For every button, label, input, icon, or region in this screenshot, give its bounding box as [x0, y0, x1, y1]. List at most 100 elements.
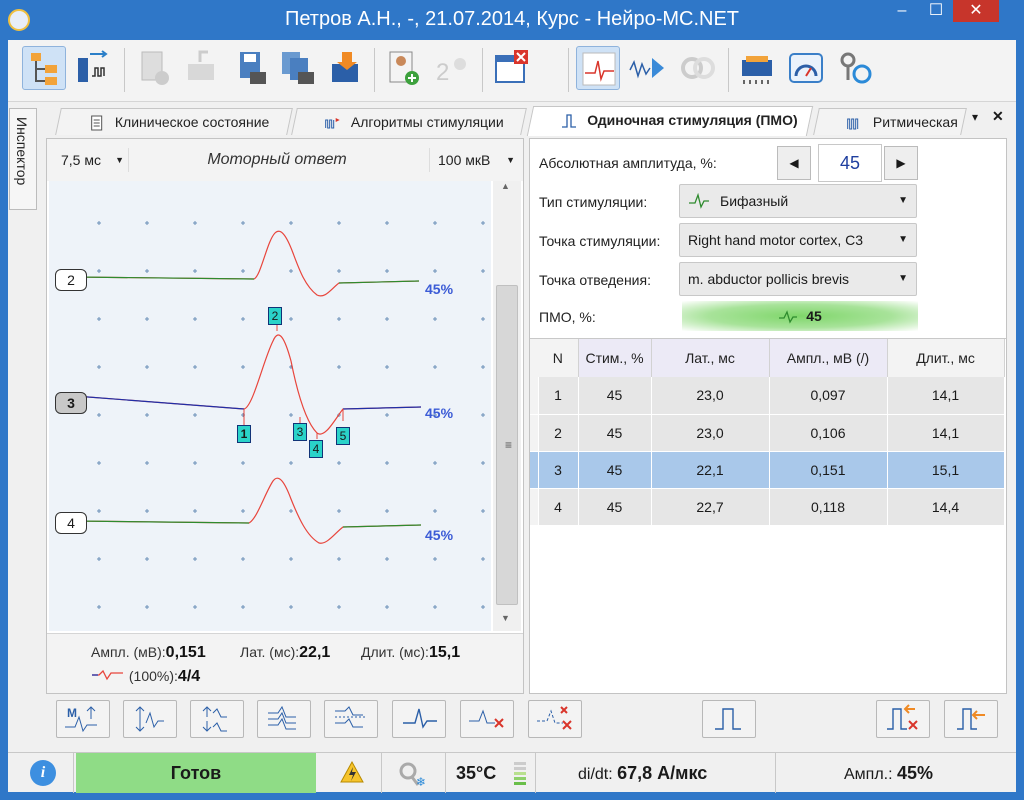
table-row[interactable]: 1 45 23,0 0,097 14,1 [530, 377, 1005, 415]
trace-2[interactable] [74, 230, 420, 297]
close-tab-icon[interactable]: ✕ [992, 108, 1004, 125]
grid-marker [289, 221, 293, 225]
col-header-amplitude[interactable]: Ампл., мВ (/) [769, 339, 888, 377]
hardware-module-icon[interactable] [736, 46, 780, 90]
grid-marker [193, 413, 197, 417]
high-voltage-warning-icon[interactable] [340, 761, 364, 783]
maximize-button[interactable]: ☐ [919, 0, 953, 22]
trace-label-2[interactable]: 2 [55, 269, 87, 291]
marker-4[interactable]: 4 [309, 440, 323, 458]
amp-increase-button[interactable]: ▶ [884, 146, 918, 180]
show-average-button[interactable] [392, 700, 446, 738]
table-row[interactable]: 4 45 22,7 0,118 14,4 [530, 488, 1005, 526]
overlay-traces-button[interactable] [257, 700, 311, 738]
close-window-button[interactable]: ✕ [953, 0, 999, 22]
grid-marker [481, 605, 485, 609]
table-cell: 22,7 [651, 488, 770, 526]
tab-clinical-state[interactable]: Клиническое состояние [55, 108, 293, 135]
scale-traces-button[interactable] [190, 700, 244, 738]
stim-point-dropdown[interactable]: Right hand motor cortex, C3 ▼ [679, 223, 917, 257]
add-patient-icon[interactable] [382, 46, 426, 90]
scroll-thumb[interactable]: ≡ [496, 285, 518, 605]
trace-3[interactable] [74, 321, 422, 439]
col-header-latency[interactable]: Лат., мс [651, 339, 770, 377]
grid-marker [385, 317, 389, 321]
import-box-icon[interactable] [324, 46, 368, 90]
play-stimulation-icon[interactable] [626, 46, 670, 90]
abs-amp-input[interactable]: 45 [818, 144, 882, 182]
tree-view-icon[interactable] [22, 46, 66, 90]
minimize-button[interactable]: – [885, 0, 919, 22]
return-pulse-button[interactable] [944, 700, 998, 738]
table-row-selected[interactable]: 3 45 22,1 0,151 15,1 [530, 451, 1005, 489]
marker-5[interactable]: 5 [336, 427, 350, 445]
settings-refresh-icon[interactable] [832, 46, 876, 90]
graph-scrollbar[interactable]: ▲ ≡ ▼ [493, 181, 521, 631]
trace-label-3[interactable]: 3 [55, 392, 87, 414]
tab-rhythmic[interactable]: Ритмическая [813, 108, 967, 135]
cancel-pulse-button[interactable] [876, 700, 930, 738]
export-icon[interactable] [180, 46, 224, 90]
table-row[interactable]: 2 45 23,0 0,106 14,1 [530, 414, 1005, 452]
trace-4[interactable] [74, 477, 422, 544]
amp-decrease-button[interactable]: ◀ [777, 146, 811, 180]
patients-list-icon[interactable]: 2 [430, 46, 474, 90]
temperature-value: 35°C [456, 763, 497, 783]
marker-1[interactable]: 1 [237, 425, 251, 443]
single-pulse-button[interactable] [702, 700, 756, 738]
grid-marker [289, 413, 293, 417]
responses-table: N Стим., % Лат., мс Ампл., мВ (/) Длит.,… [530, 338, 1006, 526]
grid-marker [145, 605, 149, 609]
waveform-graph[interactable]: 2 3 4 45% 45% 45% 1 2 3 4 5 [49, 181, 491, 631]
svg-text:❄: ❄ [416, 775, 426, 787]
warning-cell [316, 753, 382, 793]
col-header-n[interactable]: N [538, 339, 579, 377]
new-document-icon[interactable] [132, 46, 176, 90]
mark-response-button[interactable]: M [56, 700, 110, 738]
marker-3[interactable]: 3 [293, 423, 307, 441]
time-scale-dropdown[interactable]: 7,5 мс ▼ [53, 148, 129, 172]
delete-markers-button[interactable] [528, 700, 582, 738]
main-toolbar: 2 [8, 40, 1016, 102]
trace-label-4[interactable]: 4 [55, 512, 87, 534]
col-header-stim[interactable]: Стим., % [578, 339, 652, 377]
close-window-icon[interactable] [490, 46, 534, 90]
grid-marker [337, 509, 341, 513]
grid-marker [289, 317, 293, 321]
biphasic-wave-icon [689, 193, 709, 209]
amplitude-scale-dropdown[interactable]: 100 мкВ ▼ [429, 148, 519, 172]
device-sweep-icon[interactable] [70, 46, 114, 90]
stim-point-label: Точка стимуляции: [539, 233, 661, 249]
tab-stimulation-algorithms[interactable]: Алгоритмы стимуляции [291, 108, 527, 135]
table-cell: 23,0 [651, 414, 770, 452]
table-cell: 45 [578, 451, 652, 489]
scroll-up-icon[interactable]: ▲ [501, 181, 510, 191]
tab-list-dropdown-icon[interactable]: ▾ [972, 110, 978, 124]
marker-2[interactable]: 2 [268, 307, 282, 325]
record-point-value: m. abductor pollicis brevis [688, 271, 850, 287]
save-all-icon[interactable] [276, 46, 320, 90]
tab-single-stimulation[interactable]: Одиночная стимуляция (ПМО) [526, 106, 814, 136]
gauge-icon[interactable] [784, 46, 828, 90]
save-icon[interactable] [228, 46, 272, 90]
status-amp-value: 45% [897, 763, 934, 783]
time-scale-value: 7,5 мс [61, 152, 101, 168]
coil-icon[interactable] [676, 46, 720, 90]
waveform-view-icon[interactable] [576, 46, 620, 90]
pmo-label: ПМО, %: [539, 309, 596, 325]
chevron-down-icon: ▼ [898, 234, 908, 245]
scroll-down-icon[interactable]: ▼ [501, 613, 510, 623]
record-point-dropdown[interactable]: m. abductor pollicis brevis ▼ [679, 262, 917, 296]
delete-trace-button[interactable] [460, 700, 514, 738]
info-icon[interactable]: i [30, 760, 56, 786]
grid-marker [241, 605, 245, 609]
response-wave-icon [92, 669, 123, 681]
grid-marker [97, 269, 101, 273]
status-amp-label: Ампл.: [844, 766, 893, 783]
amplitude-markers-button[interactable] [123, 700, 177, 738]
col-header-duration[interactable]: Длит., мс [887, 339, 1005, 377]
stack-traces-button[interactable] [324, 700, 378, 738]
stim-type-dropdown[interactable]: Бифазный ▼ [679, 184, 917, 218]
inspector-side-tab[interactable]: Инспектор [9, 108, 37, 210]
grid-marker [193, 269, 197, 273]
